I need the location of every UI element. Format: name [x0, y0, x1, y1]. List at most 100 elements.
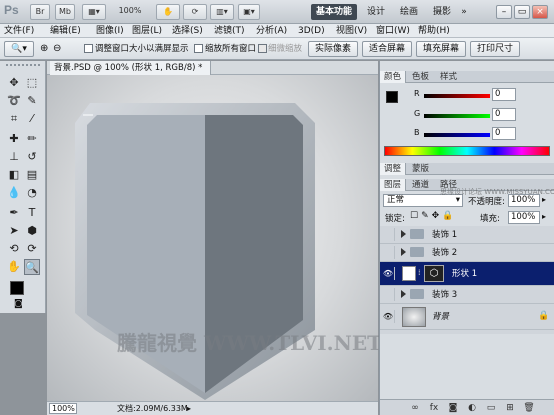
- crop-tool-icon[interactable]: ⌗: [6, 111, 22, 127]
- rotate-view-button[interactable]: ⟳: [183, 4, 207, 20]
- layer-fill-thumbnail[interactable]: [402, 266, 416, 281]
- channel-b-value[interactable]: 0: [492, 127, 516, 140]
- layer-row-deco2[interactable]: 装饰 2: [380, 244, 554, 262]
- restore-button[interactable]: ▭: [514, 5, 530, 19]
- quick-mask-icon[interactable]: ◙: [14, 299, 28, 311]
- color-fg-swatch[interactable]: [386, 91, 398, 103]
- menu-view[interactable]: 视图(V): [336, 25, 367, 37]
- menu-image[interactable]: 图像(I): [96, 25, 124, 37]
- foreground-color-swatch[interactable]: [10, 281, 24, 295]
- pen-tool-icon[interactable]: ✒: [6, 205, 22, 221]
- minibridge-button[interactable]: Mb: [55, 4, 75, 20]
- status-zoom-field[interactable]: 100%: [49, 403, 77, 414]
- marquee-tool-icon[interactable]: ⬚: [24, 75, 40, 91]
- tab-styles[interactable]: 样式: [436, 71, 461, 83]
- document-tab[interactable]: 背景.PSD @ 100% (形状 1, RGB/8) *: [50, 61, 212, 75]
- zoom-tool-icon[interactable]: 🔍: [24, 259, 40, 275]
- layer-row-deco1[interactable]: 装饰 1: [380, 226, 554, 244]
- expand-arrow-icon[interactable]: [401, 290, 406, 298]
- eye-icon[interactable]: 👁: [382, 310, 395, 323]
- workspace-essentials[interactable]: 基本功能: [311, 4, 357, 20]
- expand-arrow-icon[interactable]: [401, 248, 406, 256]
- close-button[interactable]: ×: [532, 5, 548, 19]
- tool-preset-picker[interactable]: 🔍▾: [4, 41, 34, 57]
- view-extras-button[interactable]: ▦▾: [82, 4, 106, 20]
- tab-color[interactable]: 颜色: [380, 71, 407, 83]
- menu-filter[interactable]: 滤镜(T): [214, 25, 245, 37]
- channel-r-slider[interactable]: [424, 94, 490, 98]
- layer-row-shape1[interactable]: 👁 ⁞ ⬡ 形状 1: [380, 262, 554, 286]
- adjustment-layer-icon[interactable]: ◐: [465, 402, 479, 414]
- color-spectrum-ramp[interactable]: [384, 146, 550, 156]
- eyedropper-tool-icon[interactable]: ⁄: [24, 111, 40, 127]
- toolbox-grip[interactable]: [6, 64, 40, 68]
- expand-arrow-icon[interactable]: [401, 230, 406, 238]
- layer-row-deco3[interactable]: 装饰 3: [380, 286, 554, 304]
- print-size-button[interactable]: 打印尺寸: [470, 41, 520, 57]
- tab-masks[interactable]: 蒙版: [408, 163, 433, 175]
- eye-icon[interactable]: 👁: [382, 267, 395, 280]
- zoom-level-dropdown[interactable]: 100%: [110, 4, 150, 20]
- layer-style-icon[interactable]: fx: [427, 402, 441, 414]
- tab-layers[interactable]: 图层: [380, 179, 407, 191]
- shape-tool-icon[interactable]: ⬢: [24, 223, 40, 239]
- channel-g-value[interactable]: 0: [492, 108, 516, 121]
- fit-screen-button[interactable]: 适合屏幕: [362, 41, 412, 57]
- menu-analysis[interactable]: 分析(A): [256, 25, 287, 37]
- fill-screen-button[interactable]: 填充屏幕: [416, 41, 466, 57]
- quick-select-tool-icon[interactable]: ✎: [24, 93, 40, 109]
- vector-mask-thumbnail[interactable]: ⬡: [424, 265, 444, 282]
- clone-stamp-tool-icon[interactable]: ⊥: [6, 149, 22, 165]
- tab-channels[interactable]: 通道: [408, 179, 433, 191]
- zoom-in-icon[interactable]: ⊕: [40, 43, 48, 54]
- workspace-photography[interactable]: 摄影: [428, 4, 456, 20]
- hand-tool-button[interactable]: ✋: [156, 4, 180, 20]
- new-layer-icon[interactable]: ⊞: [503, 402, 517, 414]
- 3d-orbit-tool-icon[interactable]: ⟳: [24, 241, 40, 257]
- dodge-tool-icon[interactable]: ◔: [24, 185, 40, 201]
- menu-3d[interactable]: 3D(D): [298, 25, 325, 37]
- blur-tool-icon[interactable]: 💧: [6, 185, 22, 201]
- lock-icons[interactable]: ☐✎✥🔒: [410, 211, 456, 221]
- bridge-button[interactable]: Br: [30, 4, 50, 20]
- minimize-button[interactable]: –: [496, 5, 512, 19]
- gradient-tool-icon[interactable]: ▤: [24, 167, 40, 183]
- eraser-tool-icon[interactable]: ◧: [6, 167, 22, 183]
- menu-select[interactable]: 选择(S): [172, 25, 203, 37]
- type-tool-icon[interactable]: T: [24, 205, 40, 221]
- healing-brush-tool-icon[interactable]: ✚: [6, 131, 22, 147]
- more-workspaces-icon[interactable]: »: [458, 4, 470, 20]
- menu-window[interactable]: 窗口(W): [376, 25, 410, 37]
- workspace-painting[interactable]: 绘画: [395, 4, 423, 20]
- hand-tool-icon[interactable]: ✋: [6, 259, 22, 275]
- new-group-icon[interactable]: ▭: [484, 402, 498, 414]
- history-brush-tool-icon[interactable]: ↺: [24, 149, 40, 165]
- lasso-tool-icon[interactable]: ➰: [6, 93, 22, 109]
- menu-help[interactable]: 帮助(H): [418, 25, 450, 37]
- channel-g-slider[interactable]: [424, 114, 490, 118]
- scrubby-zoom-checkbox[interactable]: [258, 44, 267, 53]
- channel-b-slider[interactable]: [424, 133, 490, 137]
- visibility-toggle[interactable]: [382, 228, 395, 241]
- zoom-out-icon[interactable]: ⊖: [53, 43, 61, 54]
- workspace-design[interactable]: 设计: [362, 4, 390, 20]
- resize-windows-checkbox[interactable]: [84, 44, 93, 53]
- visibility-toggle[interactable]: [382, 288, 395, 301]
- arrange-documents-button[interactable]: ▥▾: [210, 4, 234, 20]
- delete-layer-icon[interactable]: 🗑: [522, 402, 536, 414]
- status-menu-icon[interactable]: ▸: [187, 403, 191, 415]
- add-mask-icon[interactable]: ◙: [446, 402, 460, 414]
- zoom-all-checkbox[interactable]: [194, 44, 203, 53]
- link-layers-icon[interactable]: ∞: [408, 402, 422, 414]
- tab-adjustments[interactable]: 调整: [380, 163, 407, 175]
- path-select-tool-icon[interactable]: ➤: [6, 223, 22, 239]
- brush-tool-icon[interactable]: ✏: [24, 131, 40, 147]
- 3d-rotate-tool-icon[interactable]: ⟲: [6, 241, 22, 257]
- document-canvas[interactable]: 騰龍視覺 WWW.TLVI.NET: [47, 75, 382, 401]
- background-thumbnail[interactable]: [402, 307, 426, 327]
- tab-swatches[interactable]: 色板: [408, 71, 433, 83]
- fill-slider-arrow[interactable]: ▸: [542, 212, 546, 221]
- layer-row-background[interactable]: 👁 背景 🔒: [380, 304, 554, 330]
- menu-layer[interactable]: 图层(L): [132, 25, 162, 37]
- menu-file[interactable]: 文件(F): [4, 25, 34, 37]
